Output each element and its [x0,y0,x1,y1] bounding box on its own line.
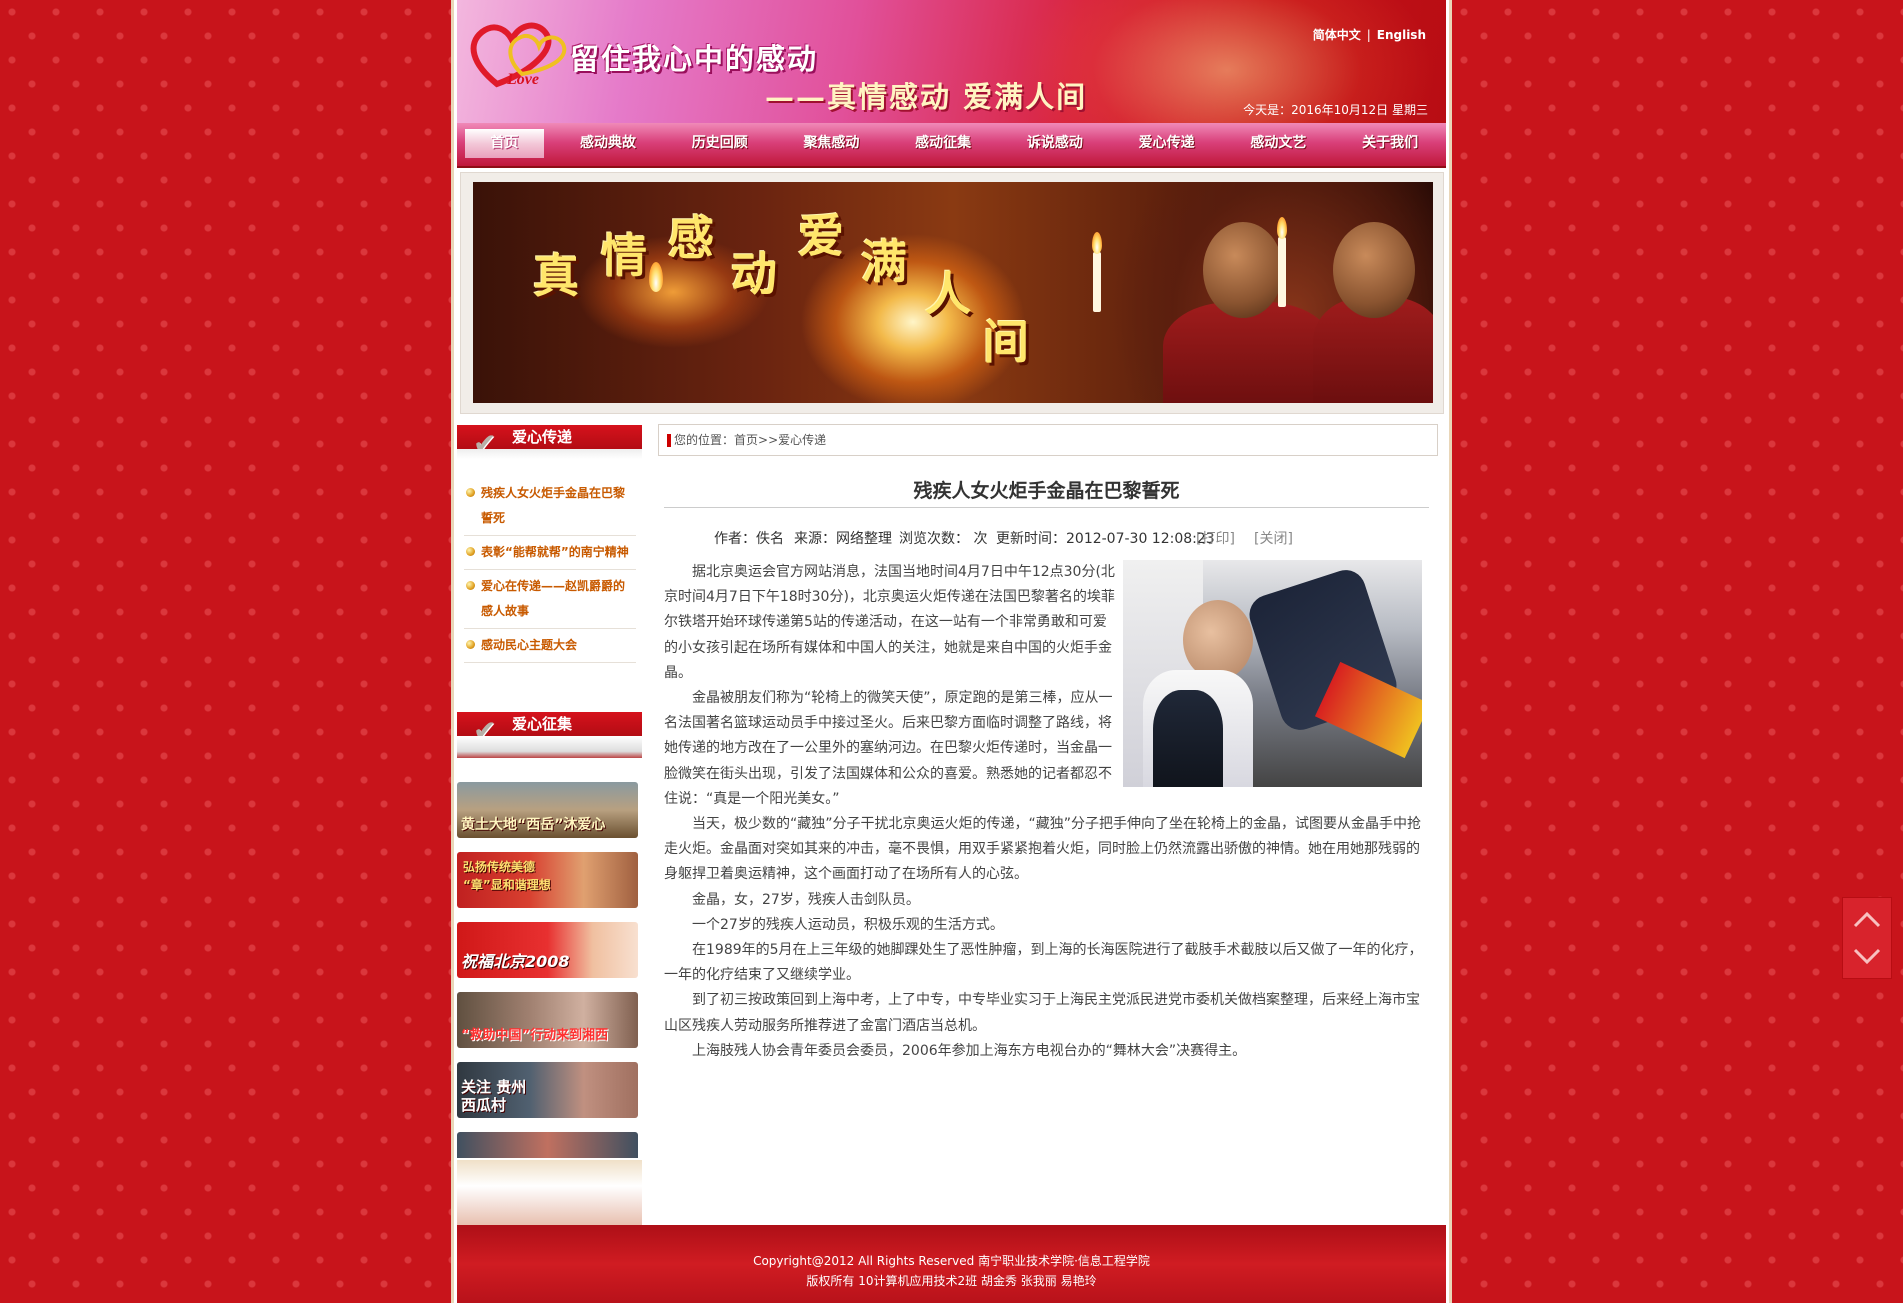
banner-candle [1093,252,1101,312]
banner-char: 感 [668,211,714,265]
sidebar-title-shadow [457,449,642,459]
news-link[interactable]: 感动民心主题大会 [481,638,577,652]
site-footer: Copyright@2012 All Rights Reserved 南宁职业技… [457,1225,1446,1303]
bullet-icon [466,581,475,590]
sidebar-title-love-collection: ✔ 爱心征集 [457,712,642,746]
footer-credits: 版权所有 10计算机应用技术2班 胡金秀 张我丽 易艳玲 [806,1274,1097,1288]
bullet-icon [466,547,475,556]
thumb-item-partial[interactable] [457,1132,638,1158]
article-paragraph: 到了初三按政策回到上海中考，上了中专，中专毕业实习于上海民主党派民进党市委机关做… [664,992,1420,1034]
site-header: Love 留住我心中的感动 ——真情感动 爱满人间 简体中文 | English 今… [457,0,1446,123]
nav-item-focus[interactable]: 聚焦感动 [776,123,888,164]
article-paragraph: 在1989年的5月在上三年级的她脚踝处生了恶性肿瘤，到上海的长海医院进行了截肢手… [664,942,1423,984]
thumb-item[interactable]: 弘扬传统美德 “章”显和谐理想 [457,852,638,908]
scroll-widget [1842,897,1892,979]
thumb-item[interactable]: 黄土大地“西岳”沐爱心 [457,782,638,838]
page-container: Love 留住我心中的感动 ——真情感动 爱满人间 简体中文 | English 今… [454,0,1449,1303]
news-link[interactable]: 爱心在传递——赵凯爵爵的感人故事 [481,579,625,618]
breadcrumb-prefix: 您的位置： [674,433,735,447]
header-slogan-1: 留住我心中的感动 [570,42,819,76]
article-paragraph: 一个27岁的残疾人运动员，积极乐观的生活方式。 [692,916,1004,933]
news-link[interactable]: 残疾人女火炬手金晶在巴黎誓死 [481,486,625,525]
banner-char: 爱 [798,209,844,263]
thumb-item[interactable]: “救助中国”行动来到湘西 [457,992,638,1048]
close-button[interactable]: [关闭] [1254,528,1293,548]
breadcrumb-home-link[interactable]: 首页 [734,433,758,447]
sidebar-news-list: 残疾人女火炬手金晶在巴黎誓死 表彰“能帮就帮”的南宁精神 爱心在传递——赵凯爵爵… [464,477,636,663]
nav-item-about[interactable]: 关于我们 [1334,123,1446,164]
banner-char: 满 [861,235,907,289]
sidebar-thumb-partial [457,736,642,758]
article-title: 残疾人女火炬手金晶在巴黎誓死 [664,476,1429,508]
article-body: 据北京奥运会官方网站消息，法国当地时间4月7日中午12点30分(北京时间4月7日… [664,560,1429,1064]
nav-item-collection[interactable]: 感动征集 [887,123,999,164]
banner-char: 真 [533,249,579,303]
banner-char: 动 [731,247,777,301]
list-item[interactable]: 感动民心主题大会 [464,629,636,663]
thumb-caption: 弘扬传统美德 “章”显和谐理想 [463,860,551,892]
article-time: 更新时间：2012-07-30 12:08:23 [996,531,1215,547]
banner-flame [1092,232,1102,254]
list-item[interactable]: 残疾人女火炬手金晶在巴黎誓死 [464,477,636,536]
lang-english-link[interactable]: English [1377,28,1426,42]
nav-item-tell[interactable]: 诉说感动 [999,123,1111,164]
breadcrumb-sep: >> [758,433,779,447]
lang-chinese-link[interactable]: 简体中文 [1313,28,1361,42]
article-paragraph: 上海肢残人协会青年委员会委员，2006年参加上海东方电视台办的“舞林大会”决赛得… [692,1042,1247,1059]
breadcrumb-marker-icon [667,434,671,447]
banner-monk-head [1333,222,1415,318]
thumb-caption: 关注 贵州西瓜村 [461,1078,527,1114]
breadcrumb: 您的位置：首页>>爱心传递 [658,424,1438,456]
thumb-caption: “救助中国”行动来到湘西 [461,1028,609,1043]
bullet-icon [466,640,475,649]
article-views: 浏览次数： 次 [899,531,988,547]
footer-copyright: Copyright@2012 All Rights Reserved 南宁职业技… [753,1254,1150,1268]
thumb-item[interactable]: 关注 贵州西瓜村 [457,1062,638,1118]
thumb-caption: 祝福北京2008 [461,952,570,971]
list-item[interactable]: 表彰“能帮就帮”的南宁精神 [464,536,636,570]
main-nav: 首页 感动典故 历史回顾 聚焦感动 感动征集 诉说感动 爱心传递 感动文艺 关于… [457,123,1446,168]
logo-text: Love [506,71,539,88]
print-button[interactable]: [打印] [1196,528,1235,548]
nav-item-love-relay[interactable]: 爱心传递 [1111,123,1223,164]
banner-monk-head [1203,222,1283,318]
article-paragraph: 当天，极少数的“藏独”分子干扰北京奥运火炬的传递，“藏独”分子把手伸向了坐在轮椅… [664,816,1422,883]
breadcrumb-current-link[interactable]: 爱心传递 [778,433,826,447]
news-link[interactable]: 表彰“能帮就帮”的南宁精神 [481,545,629,559]
banner-frame: 真 情 感 动 爱 满 人 间 [460,172,1444,414]
banner-flame [649,262,663,292]
banner-image: 真 情 感 动 爱 满 人 间 [473,182,1433,403]
article-paragraph: 金晶被朋友们称为“轮椅上的微笑天使”，原定跑的是第三棒，应从一名法国著名篮球运动… [664,690,1113,807]
nav-item-history[interactable]: 历史回顾 [664,123,776,164]
thumb-item[interactable]: 祝福北京2008 [457,922,638,978]
banner-candle [1278,237,1286,307]
banner-char: 情 [601,229,647,283]
thumb-caption: 黄土大地“西岳”沐爱心 [461,817,606,833]
list-item[interactable]: 爱心在传递——赵凯爵爵的感人故事 [464,570,636,629]
scroll-up-icon[interactable] [1853,906,1881,934]
bullet-icon [466,488,475,497]
sidebar-decoration [457,1160,642,1225]
article-paragraph: 据北京奥运会官方网站消息，法国当地时间4月7日中午12点30分(北京时间4月7日… [664,564,1115,681]
banner-char: 人 [925,267,971,321]
banner-flame [1277,217,1287,239]
scroll-down-icon[interactable] [1853,942,1881,970]
lang-separator: | [1366,28,1371,42]
nav-item-classic-stories[interactable]: 感动典故 [552,123,664,164]
sidebar-title-love-relay: ✔ 爱心传递 [457,425,642,459]
header-slogan-2: ——真情感动 爱满人间 [765,80,1088,114]
article-source: 来源：网络整理 [794,531,892,547]
nav-item-arts[interactable]: 感动文艺 [1223,123,1335,164]
love-logo-icon[interactable]: Love [467,14,577,94]
banner-char: 间 [983,315,1029,369]
nav-item-home[interactable]: 首页 [465,129,545,158]
article-author: 作者：佚名 [714,531,784,547]
language-switcher: 简体中文 | English [1313,26,1426,43]
article-paragraph: 金晶，女，27岁，残疾人击剑队员。 [692,891,920,908]
current-date: 今天是：2016年10月12日 星期三 [1243,103,1428,117]
